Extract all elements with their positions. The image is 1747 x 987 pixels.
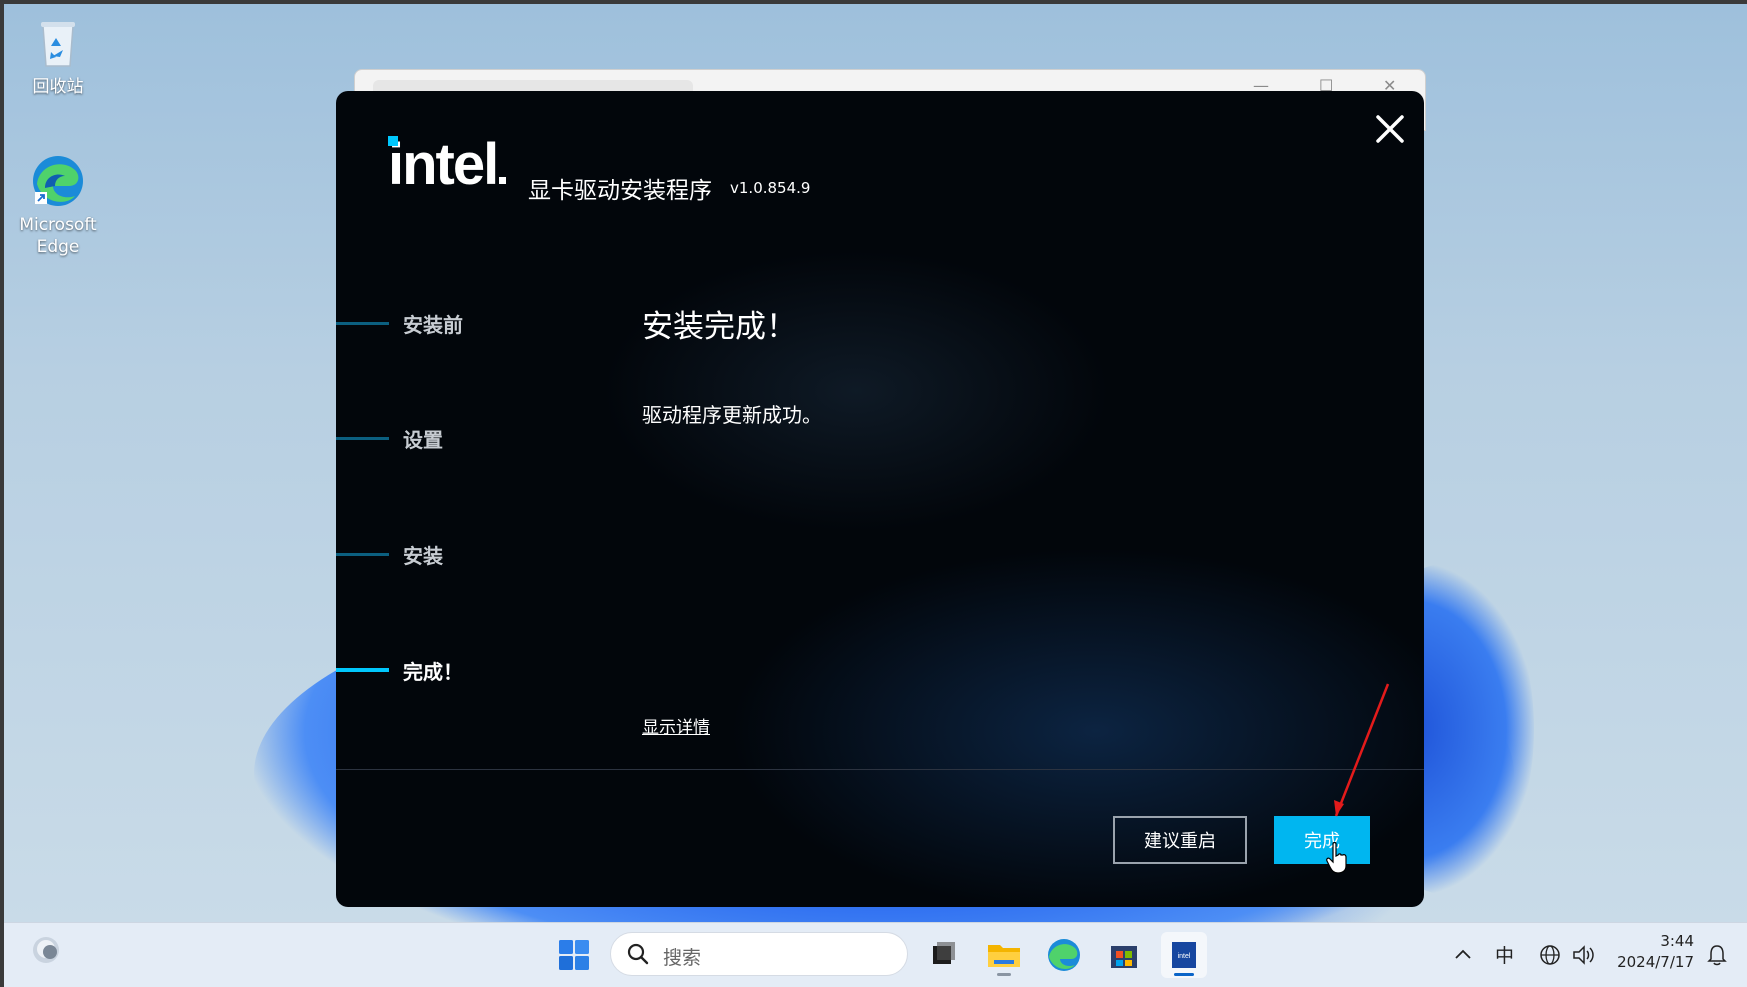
step-indicator: [336, 553, 389, 556]
intel-logo-accent: [388, 136, 398, 146]
volume-icon[interactable]: [1571, 943, 1597, 967]
step-complete: 完成！: [336, 656, 596, 686]
step-indicator: [336, 668, 389, 672]
desktop-icon-edge[interactable]: Microsoft Edge: [10, 154, 106, 258]
file-explorer-button[interactable]: [981, 932, 1027, 978]
running-indicator: [1174, 973, 1194, 976]
completion-message: 驱动程序更新成功。: [642, 403, 822, 427]
store-icon: [1111, 946, 1137, 968]
intel-logo: intel: [388, 135, 507, 195]
app-title: 显卡驱动安装程序: [528, 178, 712, 204]
close-icon: [1376, 115, 1404, 143]
store-button[interactable]: [1101, 932, 1147, 978]
footer-divider: [336, 769, 1424, 770]
step-label: 安装: [403, 544, 443, 568]
intel-app-icon: intel: [1172, 942, 1196, 968]
step-indicator: [336, 322, 389, 325]
hand-cursor-icon: [1326, 842, 1347, 874]
ime-indicator[interactable]: 中: [1495, 941, 1514, 968]
installer-window: intel 显卡驱动安装程序 v1.0.854.9 安装前 设置 安装 完成！ …: [336, 91, 1424, 907]
intel-installer-taskbar-button[interactable]: intel: [1161, 932, 1207, 978]
search-icon: [627, 943, 649, 965]
close-button[interactable]: [1370, 109, 1410, 149]
clock-time: 3:44: [1660, 932, 1694, 950]
finish-button[interactable]: 完成: [1274, 816, 1370, 864]
folder-icon: [988, 945, 1020, 967]
task-view-icon: [933, 942, 955, 964]
step-settings: 设置: [336, 424, 596, 454]
taskbar-search[interactable]: 搜索: [610, 932, 908, 976]
desktop-icon-label: Microsoft Edge: [19, 215, 97, 257]
recycle-bin-icon: [31, 16, 85, 70]
edge-icon: [1048, 939, 1080, 971]
edge-taskbar-button[interactable]: [1041, 932, 1087, 978]
completion-heading: 安装完成！: [642, 309, 797, 345]
task-view-button[interactable]: [921, 932, 967, 978]
desktop-icon-label: 回收站: [32, 77, 84, 97]
restart-button[interactable]: 建议重启: [1113, 816, 1247, 864]
taskbar: 搜索 intel 中 3:44 2024/7/17: [4, 922, 1747, 987]
svg-text:intel: intel: [1178, 953, 1191, 960]
desktop: 回收站 Microsoft Edge — ☐ ✕ intel 显卡驱动安装程序 …: [4, 4, 1747, 922]
clock-date: 2024/7/17: [1617, 953, 1694, 971]
step-indicator: [336, 437, 389, 440]
system-clock[interactable]: 3:44 2024/7/17: [1608, 931, 1694, 973]
search-placeholder: 搜索: [663, 947, 702, 969]
app-version: v1.0.854.9: [730, 179, 811, 197]
step-label: 安装前: [403, 313, 463, 337]
chevron-up-icon[interactable]: [1454, 947, 1472, 961]
step-pre-install: 安装前: [336, 309, 596, 339]
running-indicator: [997, 973, 1011, 976]
notification-bell-icon[interactable]: [1706, 943, 1728, 967]
start-button[interactable]: [558, 939, 590, 971]
step-label: 完成！: [403, 660, 463, 684]
step-label: 设置: [403, 428, 443, 452]
desktop-icon-recycle-bin[interactable]: 回收站: [10, 16, 106, 98]
show-details-link[interactable]: 显示详情: [642, 713, 710, 738]
edge-icon: [31, 154, 85, 208]
widgets-icon[interactable]: [31, 935, 61, 965]
step-install: 安装: [336, 540, 596, 570]
network-icon[interactable]: [1538, 943, 1562, 967]
